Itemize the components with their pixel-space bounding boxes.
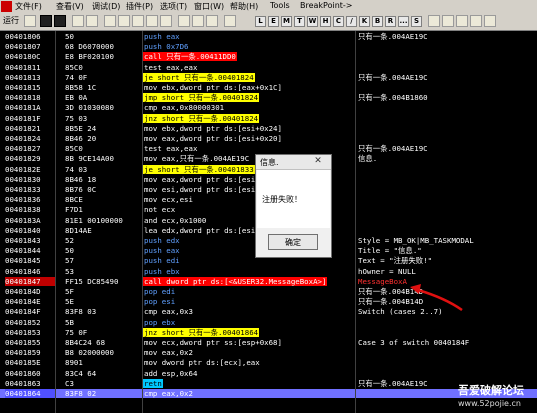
watermark-title: 吾爱破解论坛 (458, 384, 524, 397)
watermark-url: www.52pojie.cn (458, 399, 521, 408)
annotation-arrow-icon (410, 284, 463, 312)
watermark: 吾爱破解论坛 www.52pojie.cn (455, 380, 537, 413)
